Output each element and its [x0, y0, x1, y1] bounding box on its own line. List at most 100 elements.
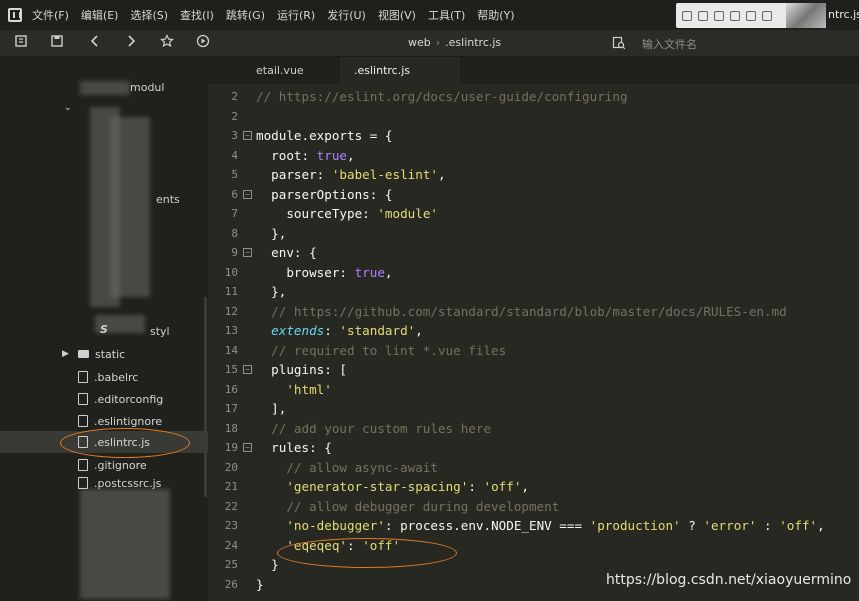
code-line[interactable]: 16 'html' — [208, 380, 859, 400]
code-token: ], — [256, 401, 287, 416]
code-line[interactable]: 5 parser: 'babel-eslint', — [208, 165, 859, 185]
code-line[interactable]: 17 ], — [208, 399, 859, 419]
avatar — [786, 3, 826, 28]
tab-eslintrc[interactable]: .eslintrc.js — [340, 57, 460, 84]
redacted-block — [80, 81, 130, 95]
fold-toggle-icon[interactable]: − — [243, 189, 252, 199]
line-number: 23 — [224, 519, 238, 532]
line-number: 22 — [224, 499, 238, 513]
tray-moon-icon[interactable] — [714, 10, 724, 21]
fold-toggle-icon[interactable]: − — [243, 131, 252, 140]
tree-item-label: .gitignore — [94, 458, 147, 472]
menu-bar: 文件(F) 编辑(E) 选择(S) 查找(I) 跳转(G) 运行(R) 发行(U… — [0, 0, 859, 30]
code-line[interactable]: 3− module.exports = { — [208, 126, 859, 146]
code-line[interactable]: 2 — [208, 107, 859, 127]
code-token: browser: — [256, 264, 355, 280]
menu-edit[interactable]: 编辑(E) — [81, 7, 119, 23]
tree-item-partial[interactable]: ents — [156, 193, 180, 206]
code-text: rules: { — [256, 438, 332, 458]
tree-file-postcssrc[interactable]: .postcssrc.js — [62, 477, 161, 491]
code-line[interactable]: 10 browser: true, — [208, 263, 859, 283]
code-line[interactable]: 2 // https://eslint.org/docs/user-guide/c… — [208, 87, 859, 107]
code-line[interactable]: 6− parserOptions: { — [208, 185, 859, 205]
fold-toggle-icon[interactable]: − — [243, 365, 252, 374]
save-icon[interactable] — [48, 34, 66, 52]
code-token: 'html' — [286, 381, 332, 397]
code-token: 'standard' — [339, 323, 416, 338]
project-explorer: modul ⌄ ents S styl ▶ static .babelrc .e… — [0, 57, 208, 601]
code-text: sourceType: 'module' — [256, 204, 438, 224]
line-number: 20 — [224, 460, 238, 474]
menu-file[interactable]: 文件(F) — [32, 7, 69, 23]
file-search-icon[interactable] — [612, 35, 626, 50]
code-line[interactable]: 21 'generator-star-spacing': 'off', — [208, 477, 859, 497]
menu-run[interactable]: 运行(R) — [277, 7, 315, 23]
sidebar-scrollbar[interactable] — [204, 297, 207, 497]
tree-item-partial[interactable]: styl — [150, 325, 170, 338]
code-line[interactable]: 4 root: true, — [208, 146, 859, 166]
chevron-right-icon[interactable]: ▶ — [62, 349, 72, 359]
code-line[interactable]: 14 // required to lint *.vue files — [208, 341, 859, 361]
folder-icon — [78, 350, 89, 358]
menu-select[interactable]: 选择(S) — [130, 7, 168, 23]
breadcrumb-folder[interactable]: web — [408, 36, 431, 49]
code-token: : — [468, 479, 484, 494]
menu-goto[interactable]: 跳转(G) — [226, 7, 265, 23]
tray-keyboard-icon[interactable] — [730, 10, 740, 21]
tray-punctuation-icon[interactable] — [698, 10, 708, 21]
star-icon[interactable] — [158, 34, 176, 52]
code-line[interactable]: 13 extends: 'standard', — [208, 321, 859, 341]
code-line[interactable]: 22 // allow debugger during development — [208, 497, 859, 517]
fold-toggle-icon[interactable]: − — [243, 248, 252, 257]
tree-item-partial[interactable]: modul — [130, 81, 164, 94]
menu-help[interactable]: 帮助(Y) — [477, 7, 514, 23]
code-text: // required to lint *.vue files — [256, 341, 506, 361]
code-text: // https://eslint.org/docs/user-guide/co… — [256, 87, 628, 107]
back-icon[interactable] — [86, 34, 104, 52]
tab-detail-vue[interactable]: etail.vue — [242, 57, 318, 84]
tree-file-editorconfig[interactable]: .editorconfig — [62, 389, 163, 409]
code-line[interactable]: 20 // allow async-await — [208, 458, 859, 478]
breadcrumb-file[interactable]: .eslintrc.js — [445, 36, 501, 49]
code-line[interactable]: 11 }, — [208, 282, 859, 302]
file-icon — [78, 371, 88, 383]
menu-find[interactable]: 查找(I) — [180, 7, 214, 23]
code-line[interactable]: 23 'no-debugger': process.env.NODE_ENV =… — [208, 516, 859, 536]
chevron-down-icon[interactable]: ⌄ — [64, 103, 72, 113]
line-number: 11 — [224, 285, 238, 298]
code-line[interactable]: 7 sourceType: 'module' — [208, 204, 859, 224]
code-token: , — [437, 167, 446, 182]
code-line[interactable]: 18 // add your custom rules here — [208, 419, 859, 439]
code-token: ? — [680, 518, 704, 533]
tray-settings-icon[interactable] — [746, 10, 756, 21]
tree-file-gitignore[interactable]: .gitignore — [62, 455, 147, 475]
file-search-input[interactable] — [640, 34, 854, 54]
menu-publish[interactable]: 发行(U) — [327, 7, 366, 23]
tree-file-babelrc[interactable]: .babelrc — [62, 367, 138, 387]
code-line[interactable]: 15− plugins: [ — [208, 360, 859, 380]
history-icon[interactable] — [12, 34, 30, 52]
code-line[interactable]: 19− rules: { — [208, 438, 859, 458]
tray-input-icon[interactable] — [682, 10, 692, 21]
code-line[interactable]: 9− env: { — [208, 243, 859, 263]
code-line[interactable]: 12 // https://github.com/standard/standa… — [208, 302, 859, 322]
line-number: 12 — [224, 304, 238, 318]
code-line[interactable]: 8 }, — [208, 224, 859, 244]
code-text: 'no-debugger': process.env.NODE_ENV === … — [256, 516, 824, 536]
line-number: 9 — [231, 246, 238, 259]
menu-view[interactable]: 视图(V) — [378, 7, 416, 23]
menu-tools[interactable]: 工具(T) — [428, 7, 465, 23]
fold-toggle-icon[interactable]: − — [243, 443, 252, 452]
tray-heart-icon[interactable] — [762, 10, 772, 21]
forward-icon[interactable] — [122, 34, 140, 52]
code-token: 'generator-star-spacing' — [286, 479, 469, 494]
redacted-block — [110, 117, 150, 297]
code-token: 'module' — [377, 206, 438, 221]
code-editor[interactable]: 2 // https://eslint.org/docs/user-guide/c… — [208, 84, 859, 601]
tree-folder-static[interactable]: ▶ static — [62, 344, 125, 364]
run-icon[interactable] — [194, 34, 212, 52]
code-text: }, — [256, 282, 286, 302]
